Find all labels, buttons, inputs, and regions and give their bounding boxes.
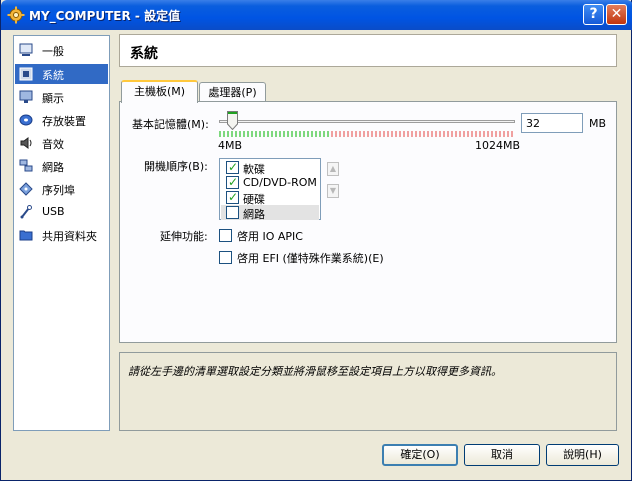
help-button-label: 說明(H) (563, 448, 602, 461)
disk-icon (19, 114, 33, 126)
title-help-button[interactable]: ? (583, 4, 604, 25)
memory-safe-range (219, 131, 331, 137)
title-bar[interactable]: MY_COMPUTER - 設定值 ? ✕ (1, 0, 632, 30)
ok-button-label: 確定(O) (400, 448, 440, 461)
tab-label: 主機板(M) (133, 85, 186, 98)
boot-network-checkbox[interactable] (226, 206, 239, 219)
efi-label[interactable]: 啓用 EFI (僅特殊作業系統)(E) (237, 250, 384, 266)
sidebar-item-label: 一般 (42, 45, 64, 58)
folder-icon (19, 230, 33, 241)
tab-processor[interactable]: 處理器(P) (199, 82, 266, 103)
ioapic-checkbox[interactable] (219, 229, 232, 242)
arrow-down-icon: ▼ (329, 186, 337, 195)
speaker-icon (20, 137, 32, 149)
help-button[interactable]: 說明(H) (546, 444, 619, 466)
help-icon: ? (589, 6, 598, 22)
move-up-button[interactable]: ▲ (327, 162, 339, 176)
description-text: 請從左手邊的清單選取設定分類並將滑鼠移至設定項目上方以取得更多資訊。 (128, 365, 502, 378)
check-mark-icon: ✓ (228, 190, 239, 204)
description-box: 請從左手邊的清單選取設定分類並將滑鼠移至設定項目上方以取得更多資訊。 (119, 352, 617, 431)
tab-label: 處理器(P) (208, 86, 257, 99)
sidebar-item-label: 存放裝置 (42, 115, 86, 128)
sidebar-item-label: 音效 (42, 138, 64, 151)
title-close-button[interactable]: ✕ (606, 4, 627, 25)
network-icon (19, 159, 33, 172)
close-icon: ✕ (610, 6, 623, 22)
sidebar-item-label: 序列埠 (42, 184, 75, 197)
settings-category-list[interactable]: 一般 系統 顯示 存放裝置 音效 網路 序列埠 USB 共用資料夾 (13, 35, 110, 431)
page-header: 系統 (119, 34, 617, 67)
move-down-button[interactable]: ▼ (327, 184, 339, 198)
page-title: 系統 (130, 46, 158, 62)
check-mark-icon: ✓ (228, 160, 239, 174)
sidebar-item-label: 系統 (42, 69, 64, 82)
window-title: MY_COMPUTER - 設定值 (29, 9, 181, 23)
sidebar-item-usb[interactable]: USB (15, 202, 108, 222)
memory-unsafe-range (331, 131, 515, 137)
chip-icon (19, 67, 33, 81)
boot-item-label: CD/DVD-ROM (243, 176, 317, 189)
cancel-button-label: 取消 (491, 448, 513, 461)
sidebar-item-label: 共用資料夾 (42, 230, 97, 243)
sidebar-item-display[interactable]: 顯示 (15, 87, 108, 107)
monitor-icon (19, 90, 33, 103)
boot-floppy-checkbox[interactable]: ✓ (226, 160, 239, 174)
computer-icon (19, 43, 33, 56)
sidebar-item-storage[interactable]: 存放裝置 (15, 110, 108, 130)
usb-icon (20, 205, 32, 219)
ok-button[interactable]: 確定(O) (382, 444, 458, 466)
sidebar-item-serial-ports[interactable]: 序列埠 (15, 179, 108, 199)
memory-min-label: 4MB (218, 139, 243, 152)
boot-cdrom-checkbox[interactable]: ✓ (226, 175, 239, 189)
ioapic-label[interactable]: 啓用 IO APIC (237, 228, 303, 244)
gear-icon (7, 6, 25, 24)
sidebar-item-label: 顯示 (42, 92, 64, 105)
arrow-up-icon: ▲ (329, 164, 337, 173)
extended-features-label: 延伸功能: (160, 230, 208, 243)
boot-item-network[interactable]: 網路 (221, 205, 319, 221)
sidebar-item-label: 網路 (42, 161, 64, 174)
memory-slider-thumb[interactable] (227, 111, 238, 130)
memory-unit: MB (589, 117, 607, 130)
boot-item-harddisk[interactable]: ✓ 硬碟 (221, 190, 319, 206)
memory-value: 32 (526, 117, 540, 130)
boot-item-cdrom[interactable]: ✓ CD/DVD-ROM (221, 175, 319, 190)
sidebar-item-general[interactable]: 一般 (15, 40, 108, 60)
boot-item-label: 網路 (243, 208, 265, 221)
cancel-button[interactable]: 取消 (464, 444, 540, 466)
memory-label: 基本記憶體(M): (132, 118, 209, 131)
check-mark-icon: ✓ (228, 175, 239, 189)
settings-dialog: MY_COMPUTER - 設定值 ? ✕ 一般 系統 顯示 存放裝置 音效 網… (0, 0, 632, 481)
sidebar-item-shared-folders[interactable]: 共用資料夾 (15, 225, 108, 245)
boot-order-list[interactable]: ✓ 軟碟 ✓ CD/DVD-ROM ✓ 硬碟 網路 (219, 158, 321, 221)
serial-port-icon (19, 182, 33, 196)
tab-motherboard[interactable]: 主機板(M) (121, 80, 198, 103)
memory-max-label: 1024MB (475, 139, 521, 152)
boot-harddisk-checkbox[interactable]: ✓ (226, 190, 239, 204)
boot-order-label: 開機順序(B): (144, 160, 208, 173)
sidebar-item-audio[interactable]: 音效 (15, 133, 108, 153)
boot-item-floppy[interactable]: ✓ 軟碟 (221, 160, 319, 176)
sidebar-item-network[interactable]: 網路 (15, 156, 108, 176)
sidebar-item-label: USB (42, 205, 65, 218)
efi-checkbox[interactable] (219, 251, 232, 264)
motherboard-panel (119, 101, 617, 343)
sidebar-item-system[interactable]: 系統 (15, 64, 108, 84)
memory-value-input[interactable]: 32 (521, 113, 583, 133)
memory-slider-track[interactable] (219, 120, 515, 123)
